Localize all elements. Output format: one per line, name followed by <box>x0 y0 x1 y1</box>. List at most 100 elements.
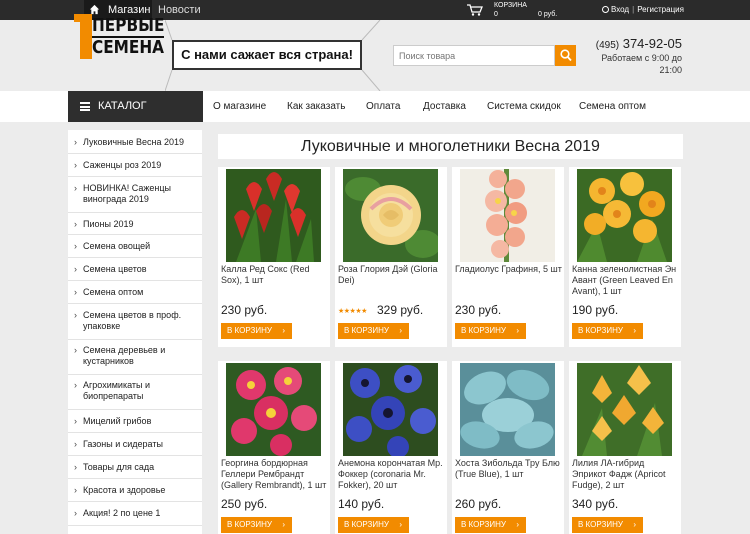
add-to-cart-button[interactable]: В КОРЗИНУ › <box>221 323 292 339</box>
product-image[interactable] <box>577 169 672 262</box>
add-to-cart-label: В КОРЗИНУ <box>578 520 623 529</box>
chevron-right-icon: › <box>74 345 77 355</box>
sidebar-item-label: Красота и здоровье <box>83 485 166 495</box>
add-to-cart-button[interactable]: В КОРЗИНУ › <box>338 517 409 533</box>
sidebar-item-label: Мицелий грибов <box>83 416 152 426</box>
nav-about[interactable]: О магазине <box>213 91 266 122</box>
site-logo[interactable]: ПЕРВЫЕ СЕМЕНА <box>74 14 166 59</box>
sidebar-item-label: Акция! 2 по цене 1 <box>83 508 161 518</box>
product-image[interactable] <box>226 169 321 262</box>
chevron-right-icon: › <box>633 326 636 335</box>
sidebar-item[interactable]: › Пионы 2019 <box>68 213 202 235</box>
sidebar-item[interactable]: › Газоны и сидераты <box>68 433 202 456</box>
chevron-right-icon: › <box>633 520 636 529</box>
working-hours: Работаем с 9:00 до 21:00 <box>592 52 682 76</box>
add-to-cart-button[interactable]: В КОРЗИНУ › <box>572 323 643 339</box>
add-to-cart-label: В КОРЗИНУ <box>227 326 272 335</box>
nav-delivery[interactable]: Доставка <box>423 91 466 122</box>
product-image[interactable] <box>343 363 438 456</box>
sidebar-item[interactable]: › Агрохимикаты и биопрепараты <box>68 375 202 410</box>
auth-links: Вход | Регистрация <box>602 5 684 15</box>
hours-line-2: 21:00 <box>659 65 682 75</box>
product-name[interactable]: Хоста Зибольда Тру Блю (True Blue), 1 шт <box>455 458 563 480</box>
product-name[interactable]: Гладиолус Графиня, 5 шт <box>455 264 563 275</box>
product-card: Георгина бордюрная Геллери Рембрандт (Ga… <box>218 361 330 534</box>
add-to-cart-button[interactable]: В КОРЗИНУ › <box>572 517 643 533</box>
add-to-cart-button[interactable]: В КОРЗИНУ › <box>221 517 292 533</box>
chevron-right-icon: › <box>74 183 77 193</box>
product-image[interactable] <box>343 169 438 262</box>
add-to-cart-label: В КОРЗИНУ <box>227 520 272 529</box>
catalog-label: КАТАЛОГ <box>98 100 147 112</box>
product-price: 340 руб. <box>572 497 619 511</box>
nav-wholesale[interactable]: Семена оптом <box>579 91 646 122</box>
product-image[interactable] <box>226 363 321 456</box>
nav-payment[interactable]: Оплата <box>366 91 400 122</box>
phone-number[interactable]: (495) 374-92-05 <box>596 36 682 51</box>
sidebar-item[interactable]: › НОВИНКА! Саженцы винограда 2019 <box>68 177 202 213</box>
chevron-right-icon: › <box>74 380 77 390</box>
add-to-cart-label: В КОРЗИНУ <box>344 326 389 335</box>
logo-line-1: ПЕРВЫЕ <box>92 15 165 36</box>
register-link[interactable]: Регистрация <box>637 5 684 14</box>
nav-discounts[interactable]: Система скидок <box>487 91 561 122</box>
add-to-cart-label: В КОРЗИНУ <box>344 520 389 529</box>
logo-numeral <box>74 14 92 59</box>
chevron-right-icon: › <box>516 520 519 529</box>
add-to-cart-button[interactable]: В КОРЗИНУ › <box>455 517 526 533</box>
sidebar-item[interactable]: › Семена цветов <box>68 258 202 281</box>
sidebar-item[interactable]: › Саженцы роз 2019 <box>68 154 202 177</box>
chevron-right-icon: › <box>74 485 77 495</box>
sidebar-item-label: Пионы 2019 <box>83 219 134 229</box>
sidebar-item[interactable]: › Семена овощей <box>68 235 202 258</box>
sidebar-item[interactable]: › Товары для сада <box>68 456 202 479</box>
slogan-banner: С нами сажает вся страна! <box>172 40 362 70</box>
cart-icon[interactable] <box>467 4 483 16</box>
product-name[interactable]: Роза Глория Дэй (Gloria Dei) <box>338 264 446 286</box>
rating-stars: ★★★★★ <box>338 308 367 315</box>
sidebar-item-label: НОВИНКА! Саженцы винограда 2019 <box>83 183 171 204</box>
chevron-right-icon: › <box>74 416 77 426</box>
sidebar-item[interactable]: › Луковичные Весна 2019 <box>68 130 202 154</box>
product-image[interactable] <box>460 363 555 456</box>
sidebar-item[interactable]: › Красота и здоровье <box>68 479 202 502</box>
product-price: 329 руб. <box>377 303 424 317</box>
chevron-right-icon: › <box>516 326 519 335</box>
sidebar-item-label: Семена овощей <box>83 241 151 251</box>
search-input[interactable] <box>393 45 555 66</box>
product-image[interactable] <box>577 363 672 456</box>
chevron-right-icon: › <box>74 219 77 229</box>
sidebar-item[interactable]: › Мицелий грибов <box>68 410 202 433</box>
sidebar-item-label: Семена цветов <box>83 264 147 274</box>
sidebar-item[interactable]: › Семена оптом <box>68 281 202 304</box>
nav-how-to-order[interactable]: Как заказать <box>287 91 345 122</box>
product-image[interactable] <box>460 169 555 262</box>
catalog-button[interactable]: КАТАЛОГ <box>68 91 203 122</box>
product-name[interactable]: Георгина бордюрная Геллери Рембрандт (Ga… <box>221 458 329 491</box>
product-card: Хоста Зибольда Тру Блю (True Blue), 1 шт… <box>452 361 564 534</box>
sidebar-item[interactable]: › Семена цветов в проф. упаковке <box>68 304 202 340</box>
sidebar-item[interactable]: › Акция! 2 по цене 1 <box>68 502 202 526</box>
add-to-cart-button[interactable]: В КОРЗИНУ › <box>455 323 526 339</box>
product-name[interactable]: Канна зеленолистная Эн Авант (Green Leav… <box>572 264 680 297</box>
sidebar-item[interactable]: › Семена деревьев и кустарников <box>68 340 202 375</box>
menu-icon <box>80 102 90 111</box>
add-to-cart-label: В КОРЗИНУ <box>578 326 623 335</box>
product-price: 230 руб. <box>221 303 268 317</box>
auth-separator: | <box>632 5 635 14</box>
login-link[interactable]: Вход <box>611 5 629 14</box>
cart-label[interactable]: КОРЗИНА <box>494 2 527 10</box>
chevron-right-icon: › <box>74 310 77 320</box>
chevron-right-icon: › <box>74 508 77 518</box>
sidebar-item-label: Газоны и сидераты <box>83 439 163 449</box>
product-name[interactable]: Калла Ред Сокс (Red Sox), 1 шт <box>221 264 329 286</box>
product-name[interactable]: Анемона корончатая Мр. Фоккер (coronaria… <box>338 458 446 491</box>
search-button[interactable] <box>555 45 576 66</box>
add-to-cart-button[interactable]: В КОРЗИНУ › <box>338 323 409 339</box>
product-price: 260 руб. <box>455 497 502 511</box>
logo-line-2: СЕМЕНА <box>92 37 165 58</box>
product-card: Калла Ред Сокс (Red Sox), 1 шт 230 руб. … <box>218 167 330 347</box>
product-name[interactable]: Лилия ЛА-гибрид Эприкот Фадж (Apricot Fu… <box>572 458 680 491</box>
chevron-right-icon: › <box>74 137 77 147</box>
sidebar-item-label: Семена цветов в проф. упаковке <box>83 310 182 331</box>
